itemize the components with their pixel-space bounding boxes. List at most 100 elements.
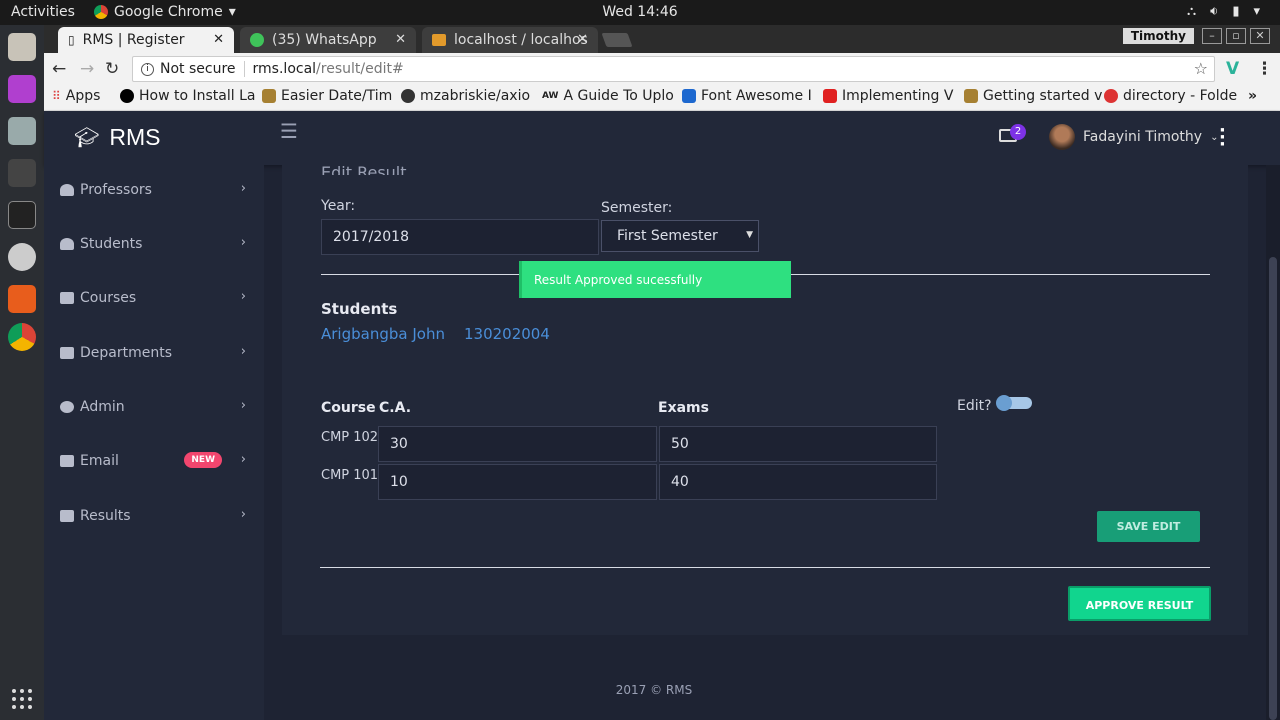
askubuntu-icon bbox=[1104, 89, 1118, 103]
site-icon bbox=[120, 89, 134, 103]
document-icon: ▯ bbox=[68, 33, 75, 47]
battery-icon: ▮ bbox=[1232, 4, 1240, 19]
save-edit-button[interactable]: SAVE EDIT bbox=[1097, 511, 1200, 542]
scrollbar-thumb[interactable] bbox=[1269, 257, 1277, 720]
sidebar-item-results[interactable]: Results › bbox=[44, 501, 264, 531]
chevron-right-icon: › bbox=[240, 289, 246, 304]
navigation-bar: ← → ↻ i Not secure rms.local/result/edit… bbox=[44, 53, 1280, 85]
app-header: 🎓︎ RMS ☰ 2 Fadayini Timothy ⌄ · · · bbox=[44, 111, 1280, 165]
edit-toggle[interactable] bbox=[996, 395, 1032, 411]
tab-whatsapp[interactable]: (35) WhatsApp ✕ bbox=[240, 27, 416, 53]
sidebar-item-courses[interactable]: Courses › bbox=[44, 283, 264, 313]
bookmark-label: A Guide To Uplo bbox=[563, 88, 674, 104]
bookmark-item[interactable]: AW A Guide To Uplo bbox=[542, 88, 674, 104]
approve-result-button[interactable]: APPROVE RESULT bbox=[1068, 586, 1211, 621]
minimize-icon[interactable]: – bbox=[1202, 28, 1222, 44]
page-scrollbar[interactable] bbox=[1266, 165, 1280, 720]
bookmark-label: Getting started v bbox=[983, 88, 1103, 104]
semester-select[interactable]: First Semester ▼ bbox=[601, 220, 759, 252]
more-options-icon[interactable]: · · · bbox=[1219, 122, 1226, 154]
window-controls: Timothy – ▫ ✕ bbox=[1122, 28, 1270, 44]
bookmark-label: Font Awesome I bbox=[701, 88, 812, 104]
hamburger-menu-icon[interactable]: ☰ bbox=[280, 119, 298, 143]
close-icon[interactable]: ✕ bbox=[395, 32, 406, 47]
user-menu[interactable]: Fadayini Timothy ⌄ bbox=[1049, 124, 1218, 150]
reload-icon[interactable]: ↻ bbox=[105, 59, 119, 79]
ca-column-header: C.A. bbox=[379, 400, 412, 416]
forward-icon[interactable]: → bbox=[80, 59, 94, 79]
exam-score-input[interactable]: 50 bbox=[659, 426, 937, 462]
os-top-bar: Activities Google Chrome ▾ Wed 14:46 ⛬ 🔉… bbox=[0, 0, 1280, 25]
bookmark-label: Apps bbox=[65, 88, 101, 104]
video-icon[interactable] bbox=[8, 159, 36, 187]
installer-icon[interactable] bbox=[8, 117, 36, 145]
user-name: Fadayini Timothy bbox=[1083, 129, 1203, 145]
avatar bbox=[1049, 124, 1075, 150]
bookmark-item[interactable]: mzabriskie/axio bbox=[401, 88, 530, 104]
tab-title: localhost / localhos bbox=[454, 32, 588, 48]
sidebar-item-professors[interactable]: Professors › bbox=[44, 175, 264, 205]
update-icon[interactable] bbox=[8, 243, 36, 271]
restore-icon[interactable]: ▫ bbox=[1226, 28, 1246, 44]
volume-icon: 🔉︎ bbox=[1210, 4, 1219, 19]
more-bookmarks-icon[interactable]: » bbox=[1248, 88, 1257, 104]
address-bar[interactable]: i Not secure rms.local/result/edit# ☆ bbox=[132, 56, 1215, 82]
chevron-down-icon: ⌄ bbox=[1210, 131, 1219, 143]
close-icon[interactable]: ✕ bbox=[577, 32, 588, 47]
close-icon[interactable]: ✕ bbox=[1250, 28, 1270, 44]
tab-rms-register[interactable]: ▯ RMS | Register ✕ bbox=[58, 27, 234, 53]
bookmark-apps[interactable]: ⠿ Apps bbox=[52, 88, 100, 104]
close-icon[interactable]: ✕ bbox=[213, 32, 224, 47]
terminal-icon[interactable] bbox=[8, 201, 36, 229]
sidebar-item-label: Email bbox=[80, 453, 119, 469]
bookmark-item[interactable]: Font Awesome I bbox=[682, 88, 812, 104]
building-icon bbox=[60, 347, 74, 359]
bookmark-label: How to Install La bbox=[139, 88, 256, 104]
year-input[interactable]: 2017/2018 bbox=[321, 219, 599, 255]
sidebar-item-departments[interactable]: Departments › bbox=[44, 338, 264, 368]
chrome-icon[interactable] bbox=[8, 323, 36, 351]
ca-score-input[interactable]: 10 bbox=[378, 464, 657, 500]
tab-phpmyadmin[interactable]: localhost / localhos ✕ bbox=[422, 27, 598, 53]
divider bbox=[320, 567, 1210, 568]
tab-title: RMS | Register bbox=[82, 32, 185, 48]
back-icon[interactable]: ← bbox=[52, 59, 66, 79]
system-tray[interactable]: ⛬ 🔉︎ ▮ ▾ bbox=[1187, 4, 1260, 19]
phpstorm-icon[interactable] bbox=[8, 75, 36, 103]
chevron-right-icon: › bbox=[240, 452, 246, 467]
new-badge: NEW bbox=[184, 452, 222, 468]
bookmark-star-icon[interactable]: ☆ bbox=[1194, 59, 1208, 78]
profile-button[interactable]: Timothy bbox=[1122, 28, 1194, 44]
students-heading: Students bbox=[321, 300, 398, 318]
student-name-link[interactable]: Arigbangba John bbox=[321, 325, 445, 343]
bookmark-item[interactable]: How to Install La bbox=[120, 88, 255, 104]
clock[interactable]: Wed 14:46 bbox=[0, 4, 1280, 20]
course-code: CMP 101 bbox=[321, 468, 379, 483]
bookmark-item[interactable]: Easier Date/Tim bbox=[262, 88, 392, 104]
sidebar-item-email[interactable]: Email NEW › bbox=[44, 446, 264, 476]
footer-copyright: 2017 © RMS bbox=[615, 683, 693, 697]
launcher-dock bbox=[0, 25, 44, 720]
bookmark-item[interactable]: Implementing V bbox=[823, 88, 953, 104]
brand[interactable]: 🎓︎ RMS bbox=[74, 124, 161, 151]
menu-icon[interactable]: ⋮ bbox=[1256, 59, 1273, 79]
vue-devtools-icon[interactable]: V bbox=[1226, 59, 1239, 79]
student-id-link[interactable]: 130202004 bbox=[464, 325, 550, 343]
chevron-right-icon: › bbox=[240, 344, 246, 359]
bookmark-item[interactable]: directory - Folde bbox=[1104, 88, 1237, 104]
success-toast: Result Approved sucessfully bbox=[519, 261, 791, 298]
software-center-icon[interactable] bbox=[8, 285, 36, 313]
security-label: Not secure bbox=[160, 61, 236, 77]
site-icon bbox=[964, 89, 978, 103]
ca-score-input[interactable]: 30 bbox=[378, 426, 657, 462]
sidebar-item-label: Students bbox=[80, 236, 143, 252]
files-icon[interactable] bbox=[8, 33, 36, 61]
site-icon bbox=[262, 89, 276, 103]
chevron-right-icon: › bbox=[240, 398, 246, 413]
bookmark-item[interactable]: Getting started v bbox=[964, 88, 1102, 104]
sidebar-item-students[interactable]: Students › bbox=[44, 229, 264, 259]
sidebar-item-admin[interactable]: Admin › bbox=[44, 392, 264, 422]
exam-score-input[interactable]: 40 bbox=[659, 464, 937, 500]
show-apps-icon[interactable] bbox=[12, 689, 32, 709]
new-tab-button[interactable] bbox=[601, 33, 633, 47]
